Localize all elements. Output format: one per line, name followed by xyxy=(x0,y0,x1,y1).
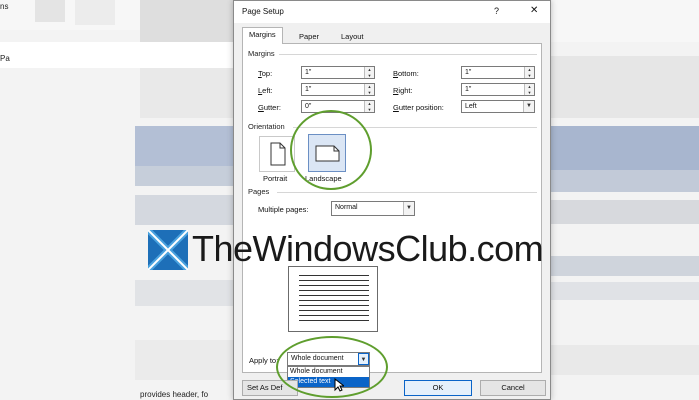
spin-arrows-icon[interactable]: ▲ ▼ xyxy=(524,67,534,78)
chevron-down-icon[interactable]: ▼ xyxy=(523,101,534,112)
pages-section-label: Pages xyxy=(248,187,270,196)
tab-paper[interactable]: Paper xyxy=(292,29,326,43)
multiple-pages-select[interactable]: Normal ▼ xyxy=(331,201,415,216)
spin-arrows-icon[interactable]: ▲ ▼ xyxy=(364,84,374,95)
top-margin-value: 1" xyxy=(305,69,312,76)
ok-button[interactable]: OK xyxy=(404,380,472,396)
mouse-pointer-icon xyxy=(334,378,344,392)
margins-section-label: Margins xyxy=(248,49,275,58)
close-button[interactable]: ✕ xyxy=(530,5,538,16)
highlight-ring-apply-to xyxy=(276,336,388,398)
preview-page xyxy=(288,266,378,332)
tab-layout[interactable]: Layout xyxy=(334,29,371,43)
left-margin-value: 1" xyxy=(305,86,312,93)
page-setup-dialog: Page Setup ? ✕ Margins Paper Layout Marg… xyxy=(233,0,551,400)
background-bottom-text: provides header, fo xyxy=(140,390,209,399)
right-margin-value: 1" xyxy=(465,86,472,93)
left-margin-spinner[interactable]: 1" ▲ ▼ xyxy=(301,83,375,96)
cancel-button[interactable]: Cancel xyxy=(480,380,546,396)
left-label: Left: xyxy=(258,86,273,95)
spin-arrows-icon[interactable]: ▲ ▼ xyxy=(524,84,534,95)
right-margin-spinner[interactable]: 1" ▲ ▼ xyxy=(461,83,535,96)
multiple-pages-value: Normal xyxy=(335,204,358,211)
orientation-section-label: Orientation xyxy=(248,122,285,131)
dialog-title: Page Setup xyxy=(242,7,284,16)
gutter-position-label: Gutter position: xyxy=(393,103,444,112)
title-bar: Page Setup ? ✕ xyxy=(234,1,550,23)
bottom-margin-value: 1" xyxy=(465,69,472,76)
bottom-margin-spinner[interactable]: 1" ▲ ▼ xyxy=(461,66,535,79)
tab-margins[interactable]: Margins xyxy=(242,27,283,44)
background-text: ns xyxy=(0,2,9,11)
help-button[interactable]: ? xyxy=(494,6,499,16)
gutter-position-select[interactable]: Left ▼ xyxy=(461,100,535,113)
gutter-value: 0" xyxy=(305,103,312,110)
gutter-position-value: Left xyxy=(465,103,477,110)
top-label: Top: xyxy=(258,69,273,78)
margins-panel: Margins Top: 1" ▲ ▼ Bottom: 1" ▲ ▼ Left: 1… xyxy=(242,43,542,388)
apply-to-label: Apply to: xyxy=(249,356,279,365)
right-label: Right: xyxy=(393,86,413,95)
top-margin-spinner[interactable]: 1" ▲ ▼ xyxy=(301,66,375,79)
gutter-label: Gutter: xyxy=(258,103,281,112)
chevron-down-icon[interactable]: ▼ xyxy=(403,202,414,215)
highlight-ring-landscape xyxy=(290,110,372,190)
portrait-page-icon xyxy=(270,142,286,166)
spin-arrows-icon[interactable]: ▲ ▼ xyxy=(364,67,374,78)
bottom-label: Bottom: xyxy=(393,69,419,78)
windows-logo-icon xyxy=(148,230,188,270)
background-side-label: Pa xyxy=(0,54,10,63)
watermark-text: TheWindowsClub.com xyxy=(192,228,544,269)
multiple-pages-label: Multiple pages: xyxy=(258,205,309,214)
portrait-label: Portrait xyxy=(263,174,288,183)
spin-arrows-icon[interactable]: ▲ ▼ xyxy=(364,101,374,112)
